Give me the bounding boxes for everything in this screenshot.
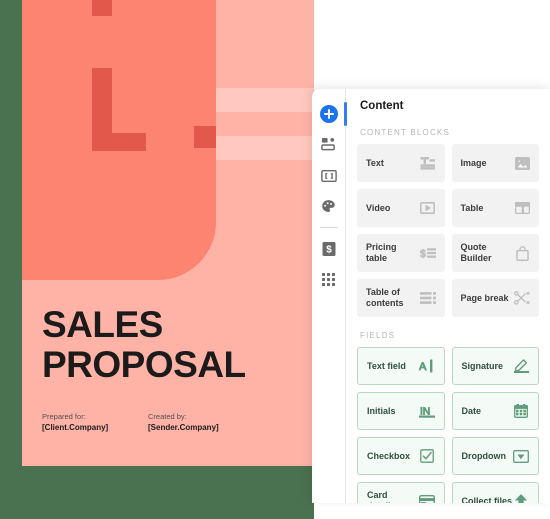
rail-item-apps[interactable] (312, 264, 346, 295)
section-label-fields: FIELDS (360, 331, 396, 340)
block-card-label: Quote Builder (460, 242, 492, 263)
svg-text:A: A (419, 361, 427, 373)
block-card-image[interactable]: Image (451, 144, 539, 182)
block-card-label: Text (366, 157, 384, 168)
svg-text:$: $ (420, 248, 426, 259)
cover-art-backdrop (216, 0, 314, 88)
created-by-label: Created by: (148, 412, 187, 421)
prepared-for-value: [Client.Company] (42, 423, 109, 432)
signature-pen-icon (513, 358, 529, 374)
field-card-label: Collect files (461, 495, 513, 504)
field-card-label: Dropdown (461, 450, 507, 461)
rail-item-pricing[interactable]: $ (312, 233, 346, 264)
block-card-label: Pricing table (366, 242, 397, 263)
prepared-for-block: Prepared for: [Client.Company] (42, 411, 148, 433)
document-meta-row: Prepared for: [Client.Company] Created b… (42, 411, 302, 433)
cover-stripe-2 (216, 112, 314, 136)
block-card-label: Image (460, 157, 487, 168)
document-title-line-2: PROPOSAL (42, 344, 246, 385)
field-card-checkbox[interactable]: Checkbox (357, 437, 445, 475)
section-label-content-blocks: CONTENT BLOCKS (360, 128, 450, 137)
prepared-for-label: Prepared for: (42, 412, 86, 421)
calendar-icon (513, 403, 529, 419)
rail-divider (319, 227, 338, 228)
table-icon (514, 200, 530, 216)
text-field-icon: A (419, 358, 435, 374)
dropdown-icon (513, 448, 529, 464)
created-by-block: Created by: [Sender.Company] (148, 411, 254, 433)
field-card-label: Date (461, 405, 482, 416)
editor-workspace: SALES PROPOSAL Prepared for: [Client.Com… (0, 0, 550, 519)
page-title: Content (360, 100, 404, 112)
cover-accent-square-top (92, 0, 112, 16)
block-card-label: Table (460, 202, 484, 213)
quote-builder-bag-icon (514, 245, 530, 261)
initials-icon: IN (418, 403, 435, 419)
cover-stripe-1 (216, 88, 314, 112)
svg-text:$: $ (326, 244, 332, 255)
cover-stripe-3 (216, 136, 314, 160)
panel-icon-rail: $ (312, 89, 347, 503)
field-card-collect-files[interactable]: Collect files (451, 482, 539, 504)
content-blocks-grid: Text Image Video Table Pricing table $ Q… (346, 144, 550, 317)
text-icon (420, 155, 436, 171)
field-card-text-field[interactable]: Text field A (357, 347, 445, 385)
pricing-dollar-icon: $ (322, 241, 336, 257)
document-preview-page[interactable]: SALES PROPOSAL Prepared for: [Client.Com… (22, 0, 314, 466)
rail-item-add-block[interactable] (312, 98, 347, 129)
field-card-dropdown[interactable]: Dropdown (451, 437, 539, 475)
field-card-initials[interactable]: Initials IN (357, 392, 445, 430)
rail-item-layout[interactable] (312, 129, 346, 160)
document-title-line-1: SALES (42, 304, 163, 345)
image-icon (514, 155, 530, 171)
content-panel: $ Content CONTENT BLOCKS Text Image Vide… (312, 89, 550, 503)
cover-accent-square-right (194, 126, 216, 148)
panel-content-column: Content CONTENT BLOCKS Text Image Video … (346, 89, 550, 503)
field-card-label: Card details (367, 490, 396, 503)
field-card-label: Signature (461, 360, 504, 371)
add-block-icon (319, 104, 338, 123)
fields-grid: Text field A Signature Initials IN Date … (346, 347, 550, 503)
layout-icon (321, 137, 336, 152)
field-card-card-details[interactable]: Card details (357, 482, 445, 503)
block-card-label: Video (366, 202, 391, 213)
upload-arrow-icon (513, 493, 529, 503)
block-card-quote-builder[interactable]: Quote Builder (451, 234, 539, 272)
pricing-table-icon: $ (420, 245, 436, 261)
table-of-contents-icon (419, 290, 436, 306)
theme-palette-icon (321, 199, 336, 214)
block-card-video[interactable]: Video (357, 189, 445, 227)
block-card-table-of-contents[interactable]: Table of contents (357, 279, 445, 317)
block-card-text[interactable]: Text (357, 144, 445, 182)
created-by-value: [Sender.Company] (148, 423, 219, 432)
rail-item-theme[interactable] (312, 191, 346, 222)
block-card-table[interactable]: Table (451, 189, 539, 227)
video-icon (420, 200, 436, 216)
block-card-page-break[interactable]: Page break (451, 279, 539, 317)
field-card-date[interactable]: Date (451, 392, 539, 430)
variables-icon (320, 169, 337, 183)
credit-card-icon (418, 493, 435, 503)
rail-item-variables[interactable] (312, 160, 346, 191)
page-break-scissors-icon (514, 290, 530, 306)
document-cover-text: SALES PROPOSAL Prepared for: [Client.Com… (42, 305, 302, 433)
block-card-label: Table of contents (366, 287, 404, 308)
block-card-label: Page break (460, 292, 509, 303)
checkbox-icon (419, 448, 435, 464)
field-card-label: Initials (367, 405, 396, 416)
block-card-pricing-table[interactable]: Pricing table $ (357, 234, 445, 272)
field-card-label: Text field (367, 360, 406, 371)
cover-l-shape (92, 68, 146, 151)
field-card-signature[interactable]: Signature (451, 347, 539, 385)
apps-grid-icon (322, 273, 335, 286)
field-card-label: Checkbox (367, 450, 411, 461)
